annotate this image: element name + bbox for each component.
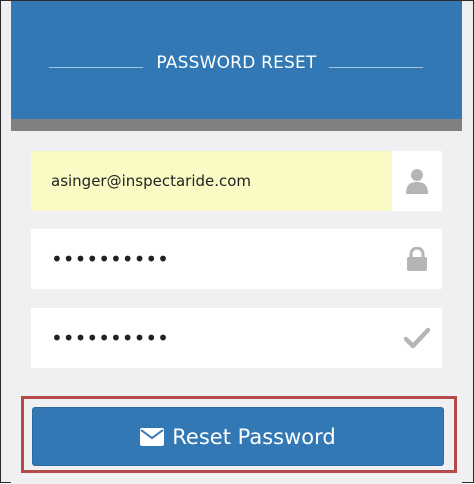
envelope-icon [140,427,165,446]
reset-password-button[interactable]: Reset Password [32,407,444,466]
page-title: PASSWORD RESET [156,53,317,73]
check-icon [392,308,442,368]
email-field-group [31,151,442,211]
login-frame: PASSWORD RESET asinger@inspectaride.com … [0,0,474,484]
confirm-password-field-group [31,308,442,368]
reset-button-highlight: Reset Password [21,396,457,473]
lock-icon [392,229,442,289]
email-input[interactable] [31,151,392,211]
password-field-group [31,229,442,289]
header-divider-right [329,67,423,68]
reset-password-label: Reset Password [172,424,336,449]
user-icon [392,151,442,211]
header-bar [11,119,462,131]
password-input[interactable] [31,229,392,289]
confirm-password-input[interactable] [31,308,392,368]
header: PASSWORD RESET [11,1,462,119]
